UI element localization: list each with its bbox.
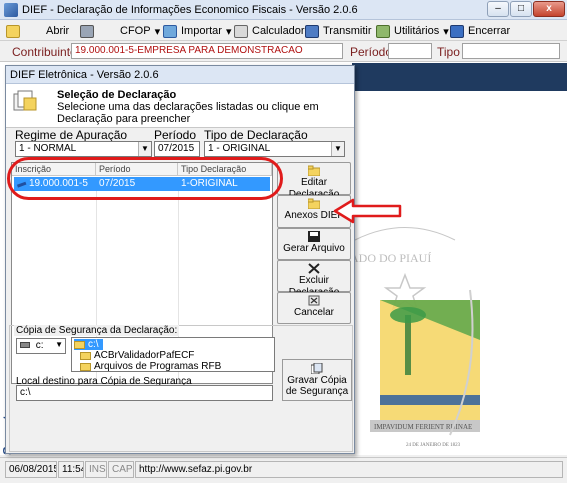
toolbar-print[interactable] <box>80 23 94 39</box>
chevron-down-icon: ▼ <box>331 142 344 156</box>
tipo-declaracao-value: 1 - ORIGINAL <box>208 143 271 154</box>
drive-select-value: c: <box>35 340 44 351</box>
folder-edit-icon <box>308 165 320 176</box>
tipo-declaracao-label: Tipo de Declaração <box>204 128 308 142</box>
main-toolbar: Abrir CFOP ▾ Importar ▾ Calculadora Tran… <box>0 21 567 41</box>
editar-declaracao-button[interactable]: Editar Declaração <box>277 162 351 200</box>
folder-icon <box>80 362 91 371</box>
documents-icon <box>13 90 37 111</box>
status-bar: 06/08/2015 11:54 INS CAPS http://www.sef… <box>0 457 567 483</box>
toolbar-calculadora-label: Calculadora <box>252 25 311 37</box>
folder-item-label: ACBrValidadorPafECF <box>94 350 195 361</box>
dialog-header: Seleção de Declaração Selecione uma das … <box>6 84 354 128</box>
window-title: DIEF - Declaração de Informações Economi… <box>22 4 358 16</box>
chevron-down-icon: ▾ <box>225 25 232 38</box>
copy-icon <box>311 363 323 374</box>
status-time: 11:54 <box>58 461 84 478</box>
dialog-title: DIEF Eletrônica - Versão 2.0.6 <box>10 69 159 81</box>
toolbar-cfop-label: CFOP <box>120 25 151 37</box>
calculator-icon <box>234 24 248 38</box>
drive-icon <box>20 342 30 348</box>
toolbar-encerrar-label: Encerrar <box>468 25 511 37</box>
header-banner <box>352 63 567 91</box>
tipo-field[interactable] <box>462 43 560 59</box>
delete-x-icon <box>308 263 320 274</box>
contribuinte-field[interactable]: 19.000.001-5-EMPRESA PARA DEMONSTRACAO <box>71 43 343 59</box>
window-titlebar: DIEF - Declaração de Informações Economi… <box>0 0 567 20</box>
toolbar-encerrar[interactable]: Encerrar <box>450 23 510 39</box>
periodo-label: Período <box>350 45 393 59</box>
status-ins: INS <box>85 461 107 478</box>
cancelar-label: Cancelar <box>293 307 335 318</box>
minimize-button[interactable]: – <box>487 1 509 17</box>
status-url[interactable]: http://www.sefaz.pi.gov.br <box>135 461 563 478</box>
gravar-copia-label: Gravar Cópia de Segurança <box>285 375 349 397</box>
toolbar-utilitarios-label: Utilitários <box>394 25 440 37</box>
chevron-down-icon: ▾ <box>154 25 161 38</box>
folder-open-icon <box>6 24 20 38</box>
toolbar-abrir-label: Abrir <box>46 25 70 37</box>
cancel-icon <box>308 295 320 306</box>
contribuinte-label: Contribuinte <box>12 45 77 59</box>
toolbar-cfop[interactable]: CFOP ▾ <box>120 23 160 39</box>
folder-icon <box>308 198 320 209</box>
crest-top-text: ADO DO PIAUÍ <box>350 251 431 265</box>
toolbar-importar-label: Importar <box>181 25 222 37</box>
gerar-arquivo-label: Gerar Arquivo <box>283 243 345 254</box>
contribuinte-bar: Contribuinte 19.000.001-5-EMPRESA PARA D… <box>0 41 567 62</box>
periodo-filter-input[interactable]: 07/2015 <box>154 141 200 157</box>
periodo-field[interactable] <box>388 43 432 59</box>
dest-field[interactable]: c:\ <box>16 385 273 401</box>
excluir-declaracao-button[interactable]: Excluir Declaração <box>277 260 351 298</box>
regime-select-value: 1 - NORMAL <box>19 143 77 154</box>
maximize-button[interactable]: □ <box>510 1 532 17</box>
folder-item[interactable]: Arquivos de Programas RFB <box>80 361 222 372</box>
tipo-declaracao-select[interactable]: 1 - ORIGINAL ▼ <box>204 141 345 157</box>
toolbar-transmitir-label: Transmitir <box>323 25 372 37</box>
folder-item[interactable]: c:\ <box>74 339 103 350</box>
regime-label: Regime de Apuração <box>15 128 128 142</box>
crest-bottom-text: 24 DE JANEIRO DE 1823 <box>406 443 461 448</box>
toolbar-utilitarios[interactable]: Utilitários ▾ <box>376 23 449 39</box>
folder-list[interactable]: c:\ ACBrValidadorPafECF Arquivos de Prog… <box>71 337 275 372</box>
tipo-label: Tipo <box>437 45 460 59</box>
drive-select[interactable]: c: ▼ <box>16 338 66 354</box>
gravar-copia-button[interactable]: Gravar Cópia de Segurança <box>282 359 352 401</box>
tools-icon <box>376 24 390 38</box>
status-date: 06/08/2015 <box>5 461 57 478</box>
selection-dialog: DIEF Eletrônica - Versão 2.0.6 Seleção d… <box>5 65 355 454</box>
dialog-header-subtitle: Selecione uma das declarações listadas o… <box>57 101 319 125</box>
dialog-titlebar: DIEF Eletrônica - Versão 2.0.6 <box>6 66 354 84</box>
regime-select[interactable]: 1 - NORMAL ▼ <box>15 141 152 157</box>
status-caps: CAPS <box>108 461 134 478</box>
app-icon <box>4 3 18 17</box>
chevron-down-icon: ▼ <box>55 340 63 349</box>
toolbar-abrir[interactable]: Abrir <box>6 23 69 39</box>
folder-item-label: Arquivos de Programas RFB <box>94 361 222 372</box>
periodo-filter-label: Período <box>154 128 197 142</box>
toolbar-calculadora[interactable]: Calculadora <box>234 23 311 39</box>
floppy-disk-icon <box>308 231 320 242</box>
backup-title: Cópia de Segurança da Declaração: <box>14 325 180 336</box>
import-icon <box>163 24 177 38</box>
arrow-left-icon <box>333 198 402 224</box>
close-button[interactable]: x <box>533 1 565 17</box>
exit-icon <box>450 24 464 38</box>
backup-group: Cópia de Segurança da Declaração: c: ▼ c… <box>9 325 353 452</box>
folder-icon <box>80 351 91 360</box>
folder-item-label: c:\ <box>88 339 99 350</box>
toolbar-transmitir[interactable]: Transmitir <box>305 23 371 39</box>
cancelar-button[interactable]: Cancelar <box>277 292 351 324</box>
chevron-down-icon: ▾ <box>443 25 449 38</box>
chevron-down-icon: ▼ <box>138 142 151 156</box>
dialog-header-title: Seleção de Declaração <box>57 89 177 101</box>
folder-item[interactable]: ACBrValidadorPafECF <box>80 350 194 361</box>
transmit-icon <box>305 24 319 38</box>
crest-motto: IMPAVIDUM FERIENT RUINAE <box>374 423 472 431</box>
printer-icon <box>80 24 94 38</box>
folder-icon <box>74 340 85 349</box>
highlight-oval <box>7 157 283 200</box>
toolbar-importar[interactable]: Importar ▾ <box>163 23 232 39</box>
gerar-arquivo-button[interactable]: Gerar Arquivo <box>277 228 351 260</box>
